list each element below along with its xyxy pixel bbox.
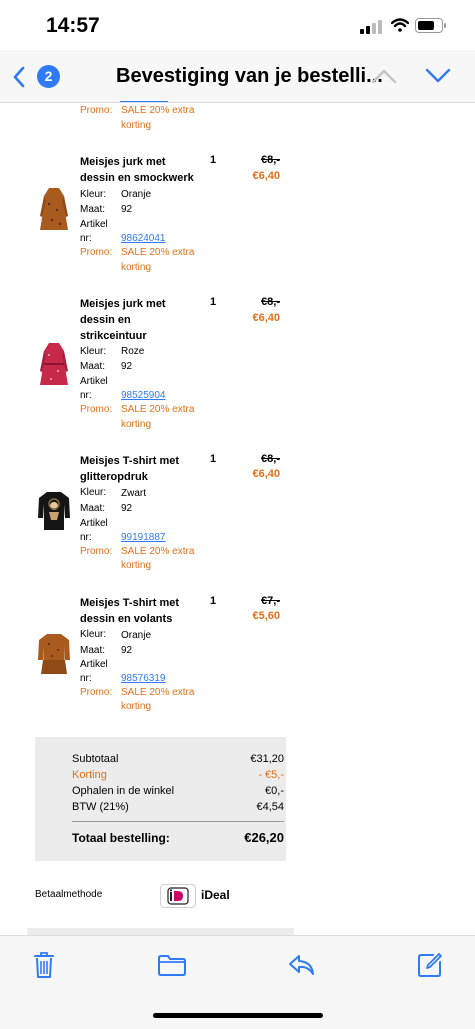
color-value: Zwart [121, 488, 146, 499]
vat-value: €4,54 [256, 801, 284, 813]
color-value: Roze [121, 346, 145, 357]
cellular-signal-icon [360, 20, 382, 34]
payment-method-label: Betaalmethode [35, 889, 103, 900]
promo-text: SALE 20% extra [121, 687, 195, 698]
ideal-logo [160, 884, 196, 908]
folder-icon[interactable] [157, 954, 187, 976]
sale-price: €5,60 [252, 610, 280, 622]
quantity: 1 [210, 154, 217, 166]
color-value: Oranje [121, 630, 152, 641]
compose-icon[interactable] [417, 952, 443, 978]
message-count-badge[interactable]: 2 [37, 65, 60, 88]
article-label: Artikel [80, 518, 108, 529]
product-name-line: dessin en [80, 314, 131, 326]
sale-price: €6,40 [252, 312, 280, 324]
quantity: 1 [210, 595, 217, 607]
subtotal-label: Subtotaal [72, 753, 119, 765]
promo-text: SALE 20% extra [121, 247, 195, 258]
color-label: Kleur: [80, 629, 107, 640]
quantity: 1 [210, 296, 217, 308]
promo-text: korting [121, 419, 152, 430]
promo-text: korting [121, 262, 152, 273]
promo-text: korting [121, 701, 152, 712]
product-name-line: Meisjes T-shirt met [80, 455, 180, 467]
promo-label: Promo: [80, 404, 113, 415]
size-value: 92 [121, 204, 133, 215]
total-label: Totaal bestelling: [72, 831, 170, 845]
product-name-line: Meisjes T-shirt met [80, 597, 180, 609]
product-name-line: Meisjes jurk met [80, 298, 166, 310]
total-value: €26,20 [244, 830, 284, 845]
discount-value: - €5,- [258, 769, 284, 781]
article-label: Artikel [80, 659, 108, 670]
product-name-line: glitteropdruk [80, 471, 148, 483]
product-thumbnail-orange-dress [40, 188, 68, 230]
reply-icon[interactable] [287, 953, 315, 977]
promo-label: Promo: [80, 546, 113, 557]
color-label: Kleur: [80, 189, 107, 200]
size-label: Maat: [80, 204, 106, 215]
sale-price: €6,40 [252, 170, 280, 182]
size-label: Maat: [80, 503, 106, 514]
product-thumbnail-orange-shirt [38, 634, 70, 674]
color-value: Oranje [121, 189, 152, 200]
article-label: nr: [80, 390, 92, 401]
sale-price: €6,40 [252, 468, 280, 480]
footer-block [27, 928, 294, 935]
original-price: €8,- [261, 296, 280, 308]
promo-label: Promo: [80, 687, 113, 698]
promo-text: SALE 20% extra [121, 105, 195, 116]
article-label: Artikel [80, 376, 108, 387]
size-label: Maat: [80, 645, 106, 656]
article-label: nr: [80, 673, 92, 684]
article-number-link[interactable]: 98576319 [121, 671, 166, 686]
previous-message-icon[interactable] [371, 68, 397, 84]
next-message-icon[interactable] [425, 68, 451, 84]
article-label: nr: [80, 233, 92, 244]
size-label: Maat: [80, 361, 106, 372]
product-thumbnail-pink-dress [40, 343, 68, 385]
article-number-link[interactable]: 99191887 [121, 530, 166, 545]
promo-text: SALE 20% extra [121, 404, 195, 415]
original-price: €7,- [261, 595, 280, 607]
article-label: Artikel [80, 219, 108, 230]
original-price: €8,- [261, 154, 280, 166]
pickup-value: €0,- [265, 785, 284, 797]
promo-text: SALE 20% extra [121, 546, 195, 557]
partial-article-link [120, 101, 168, 102]
subtotal-value: €31,20 [250, 753, 284, 765]
battery-icon [415, 18, 446, 33]
navigation-bar: 2 Bevestiging van je bestelli... [0, 50, 475, 103]
promo-label: Promo: [80, 247, 113, 258]
pickup-label: Ophalen in de winkel [72, 785, 175, 797]
promo-text: korting [121, 120, 152, 131]
size-value: 92 [121, 503, 133, 514]
product-name-line: dessin en smockwerk [80, 172, 194, 184]
status-time: 14:57 [46, 14, 100, 37]
color-label: Kleur: [80, 487, 107, 498]
original-price: €8,- [261, 453, 280, 465]
back-chevron-icon[interactable] [12, 66, 26, 88]
product-name-line: strikceintuur [80, 330, 147, 342]
payment-method-value: iDeal [201, 888, 230, 902]
wifi-icon [391, 18, 409, 32]
color-label: Kleur: [80, 346, 107, 357]
size-value: 92 [121, 361, 133, 372]
product-name-line: dessin en volants [80, 613, 173, 625]
size-value: 92 [121, 645, 133, 656]
discount-label: Korting [72, 769, 107, 781]
product-thumbnail-black-shirt [38, 492, 70, 530]
product-name-line: Meisjes jurk met [80, 156, 166, 168]
promo-text: korting [121, 560, 152, 571]
article-label: nr: [80, 532, 92, 543]
page-title: Bevestiging van je bestelli... [116, 65, 383, 87]
article-number-link[interactable]: 98525904 [121, 388, 166, 403]
trash-icon[interactable] [33, 951, 55, 979]
article-number-link[interactable]: 98624041 [121, 231, 166, 246]
promo-label: Promo: [80, 105, 113, 116]
home-indicator[interactable] [153, 1013, 323, 1018]
quantity: 1 [210, 453, 217, 465]
vat-label: BTW (21%) [72, 801, 129, 813]
summary-divider [72, 821, 284, 822]
